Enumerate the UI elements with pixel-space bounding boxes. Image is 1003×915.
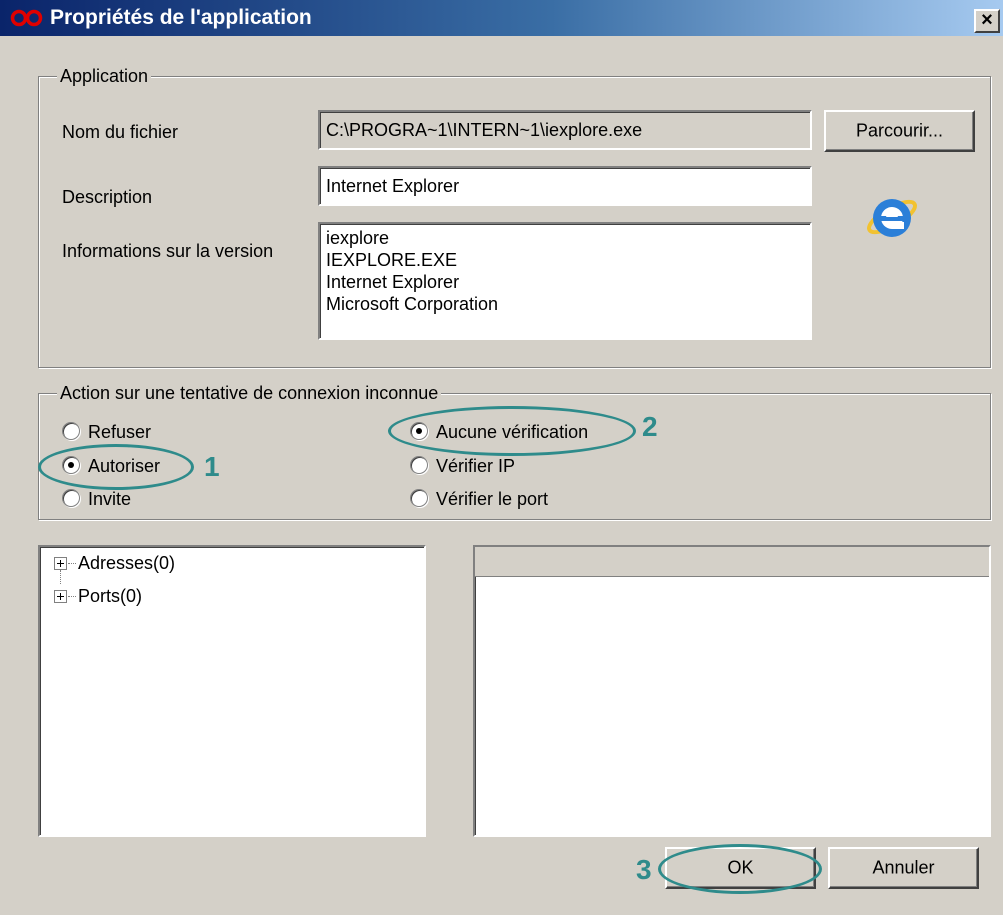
filename-field[interactable]: C:\PROGRA~1\INTERN~1\iexplore.exe [318,110,812,150]
list-header[interactable] [475,547,989,577]
radio-verifier-port-label: Vérifier le port [436,489,549,509]
radio-autoriser-label: Autoriser [88,456,161,476]
internet-explorer-icon [867,199,917,237]
expand-icon[interactable] [54,590,67,603]
tree-item-label: Ports(0) [78,586,143,606]
radio-verifier-port[interactable]: Vérifier le port [410,487,610,511]
radio-refuser-dot [62,422,80,440]
browse-button-label: Parcourir... [855,120,944,141]
filename-label: Nom du fichier [62,122,179,142]
version-info-box[interactable]: iexplore IEXPLORE.EXE Internet Explorer … [318,222,812,340]
tree-item-ports[interactable]: Ports(0) [54,584,234,608]
close-button[interactable]: × [974,9,1000,33]
radio-autoriser-dot [62,456,80,474]
description-label: Description [62,187,153,207]
version-label: Informations sur la version [62,241,274,261]
radio-verifier-ip-dot [410,456,428,474]
radio-aucune-verification-label: Aucune vérification [436,422,589,442]
radio-aucune-verification-dot [410,422,428,440]
ok-button[interactable]: OK [665,847,816,889]
app-logo-icon [10,9,43,27]
details-list[interactable] [473,545,991,837]
browse-button[interactable]: Parcourir... [824,110,975,152]
version-line: Microsoft Corporation [326,294,499,314]
radio-invite-label: Invite [88,489,132,509]
application-properties-dialog: Propriétés de l'application × Applicatio… [0,0,1003,915]
radio-verifier-port-dot [410,489,428,507]
description-field[interactable]: Internet Explorer [318,166,812,206]
version-line: IEXPLORE.EXE [326,250,458,270]
connection-action-group-legend: Action sur une tentative de connexion in… [57,382,442,404]
annotation-number-1: 1 [204,451,220,482]
radio-refuser-label: Refuser [88,422,152,442]
tree-connector [60,570,61,584]
ok-button-label: OK [727,857,754,878]
tree-connector [68,596,76,597]
tree-connector [68,563,76,564]
radio-autoriser[interactable]: Autoriser [62,454,192,478]
radio-invite-dot [62,489,80,507]
expand-icon[interactable] [54,557,67,570]
title-bar[interactable]: Propriétés de l'application × [0,0,1003,36]
radio-refuser[interactable]: Refuser [62,420,192,444]
window-title: Propriétés de l'application [50,6,312,29]
version-line: Internet Explorer [326,272,460,292]
radio-verifier-ip-label: Vérifier IP [436,456,516,476]
close-icon: × [981,9,993,31]
version-line: iexplore [326,228,390,248]
annotation-number-3: 3 [636,854,652,885]
radio-aucune-verification[interactable]: Aucune vérification [410,420,630,444]
annotation-number-2: 2 [642,411,658,442]
cancel-button[interactable]: Annuler [828,847,979,889]
application-group-legend: Application [57,65,152,87]
tree-item-adresses[interactable]: Adresses(0) [54,551,234,575]
tree-item-label: Adresses(0) [78,553,176,573]
radio-verifier-ip[interactable]: Vérifier IP [410,454,610,478]
cancel-button-label: Annuler [872,857,935,878]
radio-invite[interactable]: Invite [62,487,192,511]
